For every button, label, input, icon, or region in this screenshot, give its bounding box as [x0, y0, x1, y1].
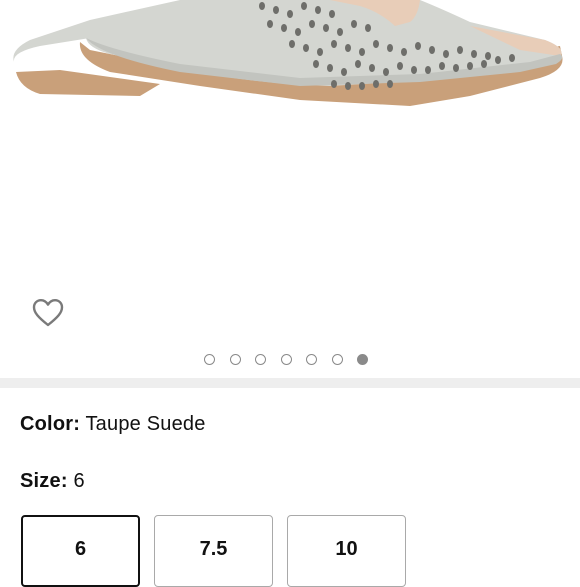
size-option-10[interactable]: 10 — [287, 515, 406, 587]
wishlist-button[interactable] — [30, 296, 66, 330]
pager-dot[interactable] — [255, 354, 266, 365]
color-label: Color: — [20, 413, 81, 435]
size-option-6[interactable]: 6 — [21, 515, 140, 587]
pager-dot[interactable] — [204, 354, 215, 365]
product-image-gallery[interactable] — [0, 0, 580, 378]
size-label: Size: — [20, 470, 68, 492]
product-image — [0, 0, 563, 106]
size-row: Size: 6 — [20, 470, 85, 493]
size-options: 6 7.5 10 — [21, 515, 406, 587]
size-option-7-5[interactable]: 7.5 — [154, 515, 273, 587]
pager-dot-active[interactable] — [357, 354, 368, 365]
pager-dot[interactable] — [306, 354, 317, 365]
pager-dot[interactable] — [331, 354, 343, 365]
heart-outline-icon — [32, 299, 64, 327]
color-row: Color: Taupe Suede — [20, 413, 206, 436]
color-value: Taupe Suede — [85, 413, 206, 435]
pager-dot[interactable] — [229, 354, 241, 365]
size-value: 6 — [73, 470, 85, 492]
section-divider — [0, 378, 580, 388]
image-pager-dots[interactable] — [204, 354, 368, 365]
pager-dot[interactable] — [280, 354, 292, 365]
